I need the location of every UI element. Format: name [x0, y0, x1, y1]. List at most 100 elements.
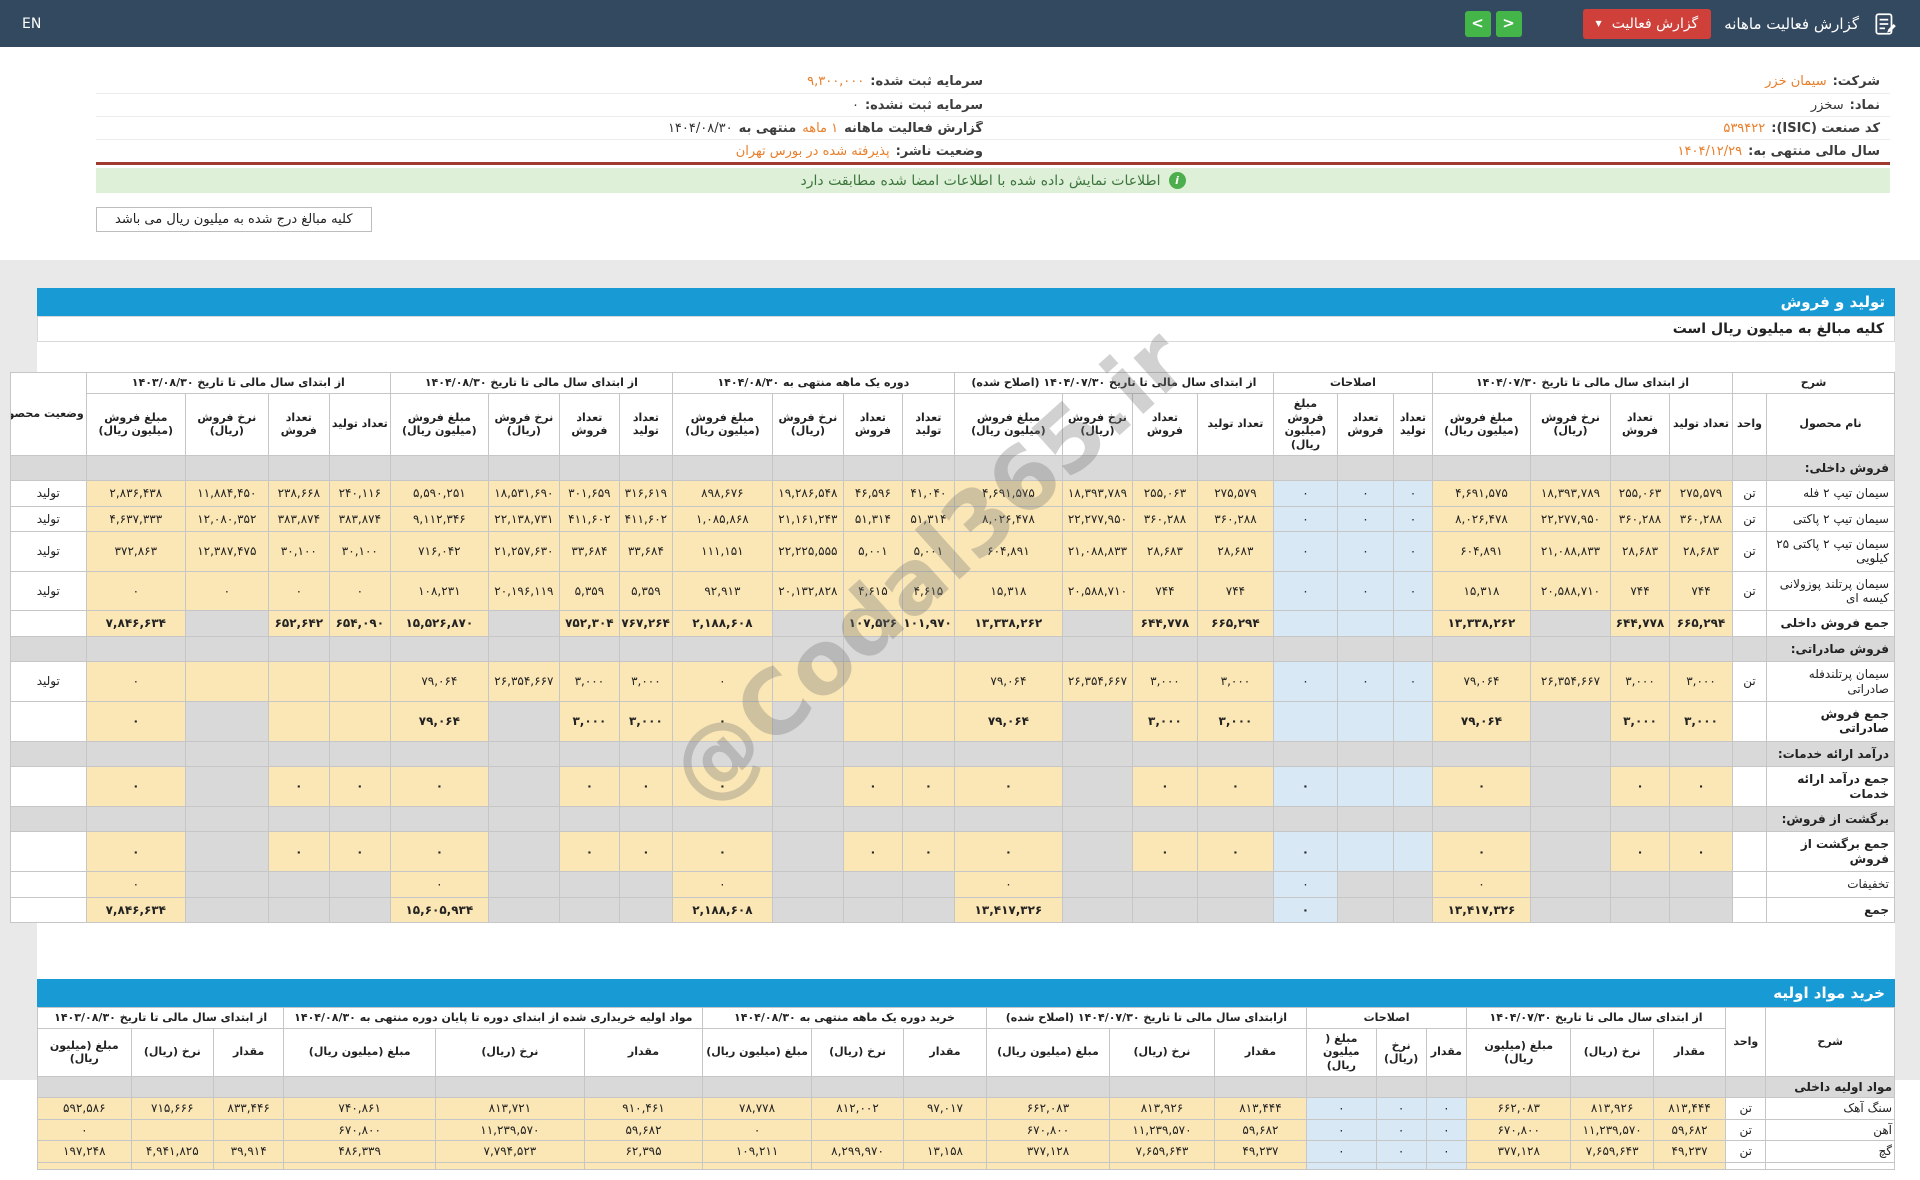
- value-cell: ۴,۶۹۱,۵۷۵: [1431, 480, 1532, 507]
- next-period-button[interactable]: >: [1495, 10, 1522, 37]
- value-cell: [901, 701, 955, 742]
- value-cell: ۲۱,۲۵۷,۶۳۰: [487, 530, 560, 572]
- table-cell: [953, 805, 1063, 833]
- value-cell: ۰: [842, 766, 903, 807]
- value-cell: ۶۲,۳۹۵: [583, 1140, 704, 1163]
- value-cell: [1272, 610, 1338, 637]
- value-cell: ۷۹,۰۶۴: [953, 701, 1063, 742]
- value-cell: ۹۲,۹۱۳: [671, 570, 773, 612]
- info-label: شرکت:: [1832, 74, 1880, 89]
- value-cell: [1530, 701, 1611, 742]
- period-nav-buttons: < >: [1464, 10, 1522, 37]
- value-cell: ۷,۶۵۹,۶۴۳: [1109, 1140, 1215, 1163]
- value-cell: ۲۰,۵۸۸,۷۱۰: [1061, 570, 1133, 612]
- value-cell: [810, 1161, 905, 1170]
- value-cell: ۰: [1272, 766, 1338, 807]
- value-cell: ۲,۱۸۸,۶۰۸: [671, 896, 773, 923]
- header-subcolumn: نرخ (ریال): [1375, 1027, 1427, 1077]
- header-subcolumn: نرخ فروش (ریال): [184, 392, 269, 456]
- value-cell: [1652, 1161, 1727, 1170]
- value-cell: ۳,۰۰۰: [618, 661, 673, 703]
- value-cell: [212, 1118, 285, 1142]
- value-cell: ۱۰۸,۲۳۱: [389, 570, 489, 612]
- table-row: سیمان تیپ ۲ پاکتی ۲۵ کیلویی تن ۲۸,۶۸۳ ۲۸,۶۸…: [9, 530, 1895, 572]
- value-cell: [487, 831, 560, 873]
- value-cell: ۶۴۴,۷۷۸: [1610, 610, 1670, 637]
- value-cell: [842, 871, 903, 898]
- value-cell: ۰: [1392, 530, 1433, 572]
- value-cell: ۰: [1425, 1140, 1467, 1163]
- table-cell: [1431, 454, 1532, 482]
- value-cell: [1375, 1161, 1427, 1170]
- table-cell: [1669, 454, 1733, 482]
- value-cell: [1392, 610, 1433, 637]
- value-cell: ۷۱۵,۶۶۶: [130, 1097, 214, 1120]
- value-cell: [1336, 831, 1394, 873]
- value-cell: ۲۷۵,۵۷۹: [1196, 480, 1274, 507]
- table-cell: [267, 635, 330, 663]
- value-cell: ۲۶,۳۵۴,۶۶۷: [1530, 661, 1611, 703]
- table-cell: [9, 454, 87, 482]
- value-cell: ۳,۰۰۰: [558, 661, 620, 703]
- table-cell: [1610, 805, 1670, 833]
- value-cell: ۰: [1669, 766, 1733, 807]
- top-navigation-bar: گزارش فعالیت ماهانه گزارش فعالیت ▼ < > E…: [0, 0, 1920, 47]
- value-cell: [1061, 871, 1133, 898]
- info-row: سال مالی منتهی به: ۱۴۰۴/۱۲/۲۹ وضعیت ناشر: پ…: [96, 139, 1890, 162]
- row-label: جمع: [1766, 896, 1895, 923]
- table-row: درآمد ارائه خدمات:: [9, 740, 1895, 768]
- value-cell: ۳,۰۰۰: [1196, 701, 1274, 742]
- value-cell: [267, 701, 330, 742]
- table-cell: [1431, 805, 1532, 833]
- table-row: برگشت از فروش:: [9, 805, 1895, 833]
- value-cell: ۰: [618, 766, 673, 807]
- language-switch-en[interactable]: EN: [22, 16, 41, 32]
- table-cell: [328, 805, 391, 833]
- table-cell: [1336, 454, 1394, 482]
- value-cell: ۳,۰۰۰: [618, 701, 673, 742]
- report-type-dropdown[interactable]: گزارش فعالیت ▼: [1582, 8, 1712, 39]
- value-cell: ۳,۰۰۰: [1610, 701, 1670, 742]
- table-cell: [842, 740, 903, 768]
- table-cell: [1061, 805, 1133, 833]
- value-cell: ۴,۹۴۱,۸۲۵: [130, 1140, 214, 1163]
- header-period-group: اصلاحات: [1272, 372, 1433, 394]
- value-cell: [328, 701, 391, 742]
- value-cell: ۰: [953, 831, 1063, 873]
- table-cell: [1392, 635, 1433, 663]
- value-cell: ۹۷,۰۱۷: [903, 1097, 987, 1120]
- value-cell: [1336, 896, 1394, 923]
- table-row: جمع برگشت از فروش ۰ ۰ ۰ ۰ ۰ ۰ ۰ ۰ ۰ ۰ ۰ ۰ ۰ ۰ ۰ ۰: [9, 831, 1895, 873]
- value-cell: [1530, 610, 1611, 637]
- info-value: ۱۴۰۴/۱۲/۲۹: [1677, 143, 1743, 159]
- value-cell: ۶۶۵,۲۹۴: [1196, 610, 1274, 637]
- value-cell: ۰: [1272, 871, 1338, 898]
- value-cell: ۱۱,۲۳۹,۵۷۰: [1109, 1118, 1215, 1142]
- value-cell: ۱۸,۳۹۳,۷۸۹: [1061, 480, 1133, 507]
- value-cell: ۱۱,۲۳۹,۵۷۰: [1570, 1118, 1654, 1142]
- value-cell: [771, 766, 844, 807]
- table-cell: [901, 635, 955, 663]
- value-cell: [1669, 871, 1733, 898]
- table-cell: [618, 740, 673, 768]
- value-cell: ۲۵۵,۰۶۳: [1610, 480, 1670, 507]
- value-cell: ۳۸۳,۸۷۴: [267, 505, 330, 532]
- value-cell: ۸۱۳,۴۴۴: [1652, 1097, 1727, 1120]
- value-cell: [1196, 896, 1274, 923]
- value-cell: ۳۳,۶۸۴: [558, 530, 620, 572]
- value-cell: [1669, 896, 1733, 923]
- table-cell: [842, 454, 903, 482]
- value-cell: [1392, 766, 1433, 807]
- value-cell: ۲۸,۶۸۳: [1669, 530, 1733, 572]
- value-cell: ۱۰۹,۲۱۱: [702, 1140, 812, 1163]
- value-cell: ۳,۰۰۰: [1669, 661, 1733, 703]
- table-cell: [1336, 635, 1394, 663]
- previous-period-button[interactable]: <: [1464, 10, 1491, 37]
- value-cell: ۳,۰۰۰: [1131, 701, 1198, 742]
- table-row: تخفیفات ۰ ۰ ۰ ۰ ۰ ۰: [9, 871, 1895, 898]
- info-right-cell: سال مالی منتهی به: ۱۴۰۴/۱۲/۲۹: [993, 144, 1890, 159]
- value-cell: ۰: [1392, 480, 1433, 507]
- value-cell: [130, 1161, 214, 1170]
- value-cell: ۰: [1610, 766, 1670, 807]
- info-label: سرمایه ثبت نشده:: [864, 97, 983, 113]
